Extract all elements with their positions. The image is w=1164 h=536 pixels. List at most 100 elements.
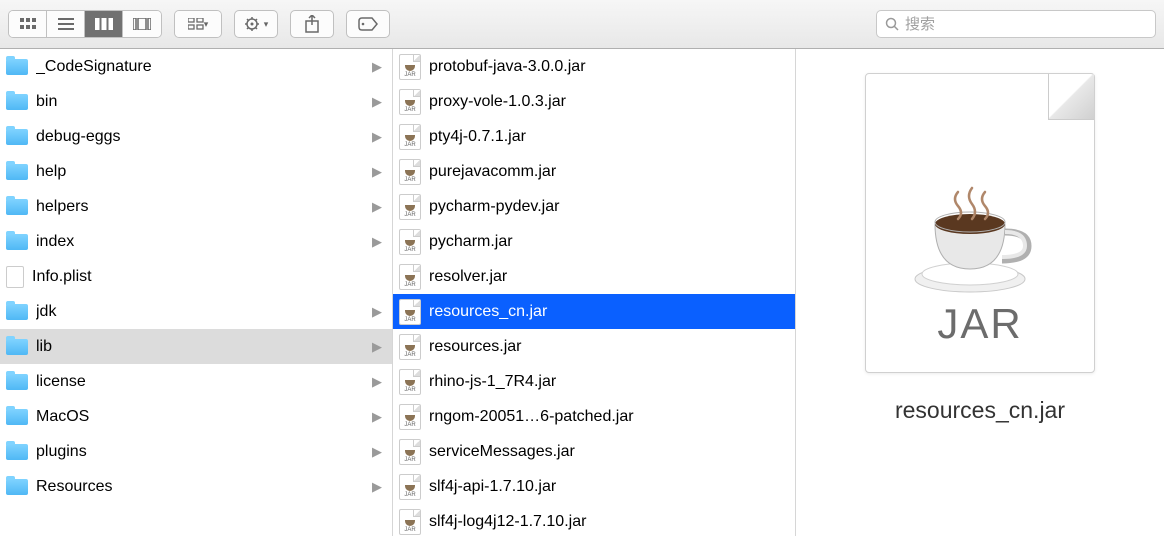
chevron-right-icon: ▶ — [372, 304, 382, 320]
item-label: debug-eggs — [36, 128, 364, 146]
search-field[interactable] — [876, 10, 1156, 38]
folder-row[interactable]: _CodeSignature ▶ — [0, 49, 392, 84]
folder-icon — [6, 444, 28, 460]
jar-file-icon: JAR — [399, 474, 421, 500]
file-row[interactable]: JAR resources.jar — [393, 329, 795, 364]
chevron-right-icon: ▶ — [372, 409, 382, 425]
folder-row[interactable]: index ▶ — [0, 224, 392, 259]
folder-row[interactable]: MacOS▶ — [0, 399, 392, 434]
file-row[interactable]: JARpty4j-0.7.1.jar — [393, 119, 795, 154]
file-row[interactable]: JARrhino-js-1_7R4.jar — [393, 364, 795, 399]
jar-file-icon: JAR — [399, 89, 421, 115]
file-row[interactable]: JAR pycharm.jar — [393, 224, 795, 259]
item-label: _CodeSignature — [36, 58, 364, 76]
chevron-right-icon: ▶ — [372, 234, 382, 250]
file-row[interactable]: JARslf4j-api-1.7.10.jar — [393, 469, 795, 504]
folder-icon — [6, 129, 28, 145]
folder-row[interactable]: jdk▶ — [0, 294, 392, 329]
folder-icon — [6, 59, 28, 75]
folder-icon — [6, 304, 28, 320]
item-label: help — [36, 163, 364, 181]
chevron-right-icon: ▶ — [372, 129, 382, 145]
folder-icon — [6, 199, 28, 215]
item-label: serviceMessages.jar — [429, 443, 785, 461]
share-button[interactable] — [290, 10, 334, 38]
arrange-button[interactable]: ▾ — [175, 11, 221, 37]
chevron-right-icon: ▶ — [372, 94, 382, 110]
chevron-down-icon: ▾ — [264, 19, 269, 30]
file-row[interactable]: JARprotobuf-java-3.0.0.jar — [393, 49, 795, 84]
folder-row[interactable]: bin ▶ — [0, 84, 392, 119]
view-mode-group — [8, 10, 162, 38]
chevron-right-icon: ▶ — [372, 444, 382, 460]
chevron-right-icon: ▶ — [372, 374, 382, 390]
item-label: license — [36, 373, 364, 391]
view-list-button[interactable] — [47, 11, 85, 37]
folder-row[interactable]: helpers ▶ — [0, 189, 392, 224]
file-row[interactable]: JARpurejavacomm.jar — [393, 154, 795, 189]
folder-column-2[interactable]: JARprotobuf-java-3.0.0.jar JAR proxy-vole-… — [393, 49, 796, 536]
view-gallery-button[interactable] — [123, 11, 161, 37]
file-row[interactable]: JAR proxy-vole-1.0.3.jar — [393, 84, 795, 119]
folder-icon — [6, 409, 28, 425]
preview-thumbnail: JAR — [865, 73, 1095, 373]
file-row[interactable]: JARrngom-20051…6-patched.jar — [393, 399, 795, 434]
item-label: index — [36, 233, 364, 251]
preview-type-label: JAR — [937, 300, 1022, 348]
chevron-right-icon: ▶ — [372, 479, 382, 495]
file-row[interactable]: JARresolver.jar — [393, 259, 795, 294]
page-fold-icon — [1048, 74, 1094, 120]
chevron-down-icon: ▾ — [204, 19, 209, 30]
tags-button[interactable] — [346, 10, 390, 38]
folder-row[interactable]: lib▶ — [0, 329, 392, 364]
chevron-right-icon: ▶ — [372, 199, 382, 215]
jar-file-icon: JAR — [399, 439, 421, 465]
item-label: resolver.jar — [429, 268, 785, 286]
item-label: pycharm.jar — [429, 233, 785, 251]
jar-file-icon: JAR — [399, 369, 421, 395]
folder-row[interactable]: Info.plist — [0, 259, 392, 294]
action-menu-button[interactable]: ▾ — [234, 10, 278, 38]
folder-column-1[interactable]: _CodeSignature▶bin▶debug-eggs▶help▶helpe… — [0, 49, 393, 536]
jar-file-icon: JAR — [399, 229, 421, 255]
view-column-button[interactable] — [85, 11, 123, 37]
folder-row[interactable]: plugins▶ — [0, 434, 392, 469]
tag-icon — [358, 17, 378, 31]
share-icon — [305, 15, 319, 33]
java-cup-icon — [910, 184, 1050, 294]
file-row[interactable]: JARslf4j-log4j12-1.7.10.jar — [393, 504, 795, 536]
file-row[interactable]: JARpycharm-pydev.jar — [393, 189, 795, 224]
folder-row[interactable]: help ▶ — [0, 154, 392, 189]
folder-row[interactable]: debug-eggs ▶ — [0, 119, 392, 154]
item-label: helpers — [36, 198, 364, 216]
item-label: Resources — [36, 478, 364, 496]
grid-icon — [20, 18, 36, 30]
arrange-group: ▾ — [174, 10, 222, 38]
main-content: _CodeSignature▶bin▶debug-eggs▶help▶helpe… — [0, 49, 1164, 536]
chevron-right-icon: ▶ — [372, 59, 382, 75]
view-icon-button[interactable] — [9, 11, 47, 37]
file-row[interactable]: JAR serviceMessages.jar — [393, 434, 795, 469]
item-label: slf4j-log4j12-1.7.10.jar — [429, 513, 785, 531]
folder-row[interactable]: Resources ▶ — [0, 469, 392, 504]
folder-icon — [6, 164, 28, 180]
folder-icon — [6, 374, 28, 390]
jar-file-icon: JAR — [399, 299, 421, 325]
arrange-icon — [188, 18, 204, 30]
item-label: resources.jar — [429, 338, 785, 356]
file-row[interactable]: JARresources_cn.jar — [393, 294, 795, 329]
list-icon — [58, 18, 74, 30]
folder-icon — [6, 234, 28, 250]
chevron-right-icon: ▶ — [372, 339, 382, 355]
item-label: purejavacomm.jar — [429, 163, 785, 181]
jar-file-icon: JAR — [399, 124, 421, 150]
folder-icon — [6, 479, 28, 495]
jar-file-icon: JAR — [399, 334, 421, 360]
item-label: proxy-vole-1.0.3.jar — [429, 93, 785, 111]
search-input[interactable] — [905, 16, 1147, 33]
jar-file-icon: JAR — [399, 194, 421, 220]
folder-row[interactable]: license ▶ — [0, 364, 392, 399]
item-label: bin — [36, 93, 364, 111]
chevron-right-icon: ▶ — [372, 164, 382, 180]
toolbar: ▾ ▾ — [0, 0, 1164, 49]
